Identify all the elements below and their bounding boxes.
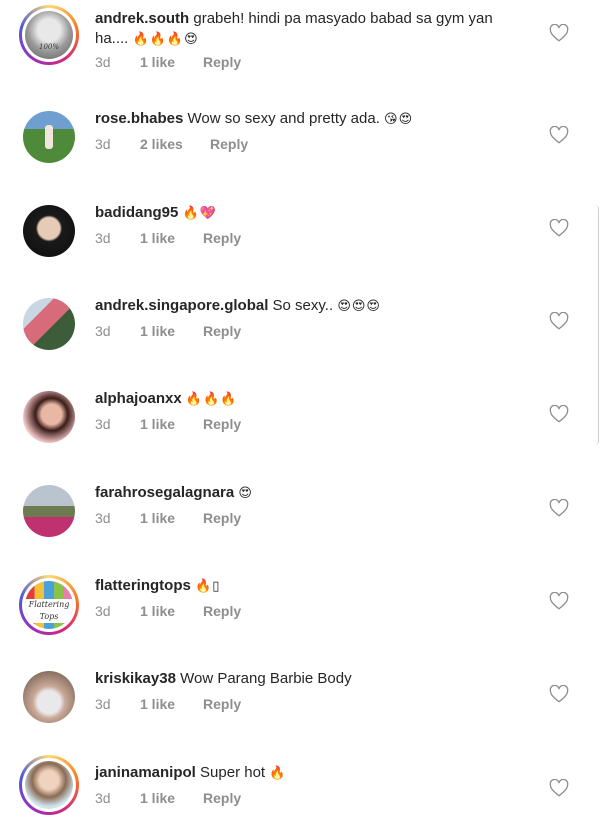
comment-time: 3d xyxy=(95,696,111,712)
comment-text: kriskikay38 Wow Parang Barbie Body xyxy=(95,667,515,690)
comment-time: 3d xyxy=(95,416,111,432)
avatar-logo-text: 100% xyxy=(38,43,59,51)
comment-text: farahrosegalagnara 😍 xyxy=(95,481,515,505)
avatar[interactable] xyxy=(23,671,75,723)
heart-outline-icon[interactable] xyxy=(549,312,569,330)
avatar[interactable] xyxy=(23,485,75,537)
avatar[interactable] xyxy=(23,111,75,163)
avatar[interactable] xyxy=(23,298,75,350)
comment-emoji: 🔥🔥🔥 xyxy=(185,392,238,407)
comment-likes[interactable]: 1 like xyxy=(140,229,175,247)
comment-username[interactable]: janinamanipol xyxy=(95,764,196,781)
scrollbar[interactable] xyxy=(592,205,599,445)
comment-time: 3d xyxy=(95,790,111,806)
comment-emoji: 🔥🔥🔥😍 xyxy=(132,32,199,47)
heart-outline-icon[interactable] xyxy=(549,405,569,423)
comment-body-continued: ha.... xyxy=(95,30,129,47)
reply-button[interactable]: Reply xyxy=(210,135,248,153)
comment-time: 3d xyxy=(95,603,111,619)
comment-text: alphajoanxx 🔥🔥🔥 xyxy=(95,387,515,411)
comment-body: So sexy.. xyxy=(272,297,334,314)
comment-body: grabeh! hindi pa masyado babad sa gym ya… xyxy=(193,10,493,27)
comment-emoji: 🔥▯ xyxy=(195,579,221,594)
comment-time: 3d xyxy=(95,136,111,152)
comment-emoji: 😘😍 xyxy=(384,112,414,127)
comment-text: janinamanipol Super hot 🔥 xyxy=(95,761,515,785)
heart-outline-icon[interactable] xyxy=(549,779,569,797)
comment-body: Wow Parang Barbie Body xyxy=(180,670,352,687)
comment-likes[interactable]: 1 like xyxy=(140,53,175,71)
heart-outline-icon[interactable] xyxy=(549,24,569,42)
reply-button[interactable]: Reply xyxy=(203,695,241,713)
comment-emoji: 🔥💖 xyxy=(182,206,217,221)
comment-username[interactable]: andrek.south xyxy=(95,10,189,27)
heart-outline-icon[interactable] xyxy=(549,219,569,237)
reply-button[interactable]: Reply xyxy=(203,509,241,527)
avatar[interactable] xyxy=(23,391,75,443)
comment-body: Wow so sexy and pretty ada. xyxy=(187,110,380,127)
heart-outline-icon[interactable] xyxy=(549,499,569,517)
reply-button[interactable]: Reply xyxy=(203,229,241,247)
heart-outline-icon[interactable] xyxy=(549,592,569,610)
comment-username[interactable]: badidang95 xyxy=(95,204,178,221)
reply-button[interactable]: Reply xyxy=(203,789,241,807)
comment-username[interactable]: farahrosegalagnara xyxy=(95,484,234,501)
heart-outline-icon[interactable] xyxy=(549,126,569,144)
comment-likes[interactable]: 1 like xyxy=(140,602,175,620)
comment-likes[interactable]: 2 likes xyxy=(140,135,183,153)
avatar-logo-text: Flattering Tops xyxy=(25,599,73,623)
comment-text: rose.bhabes Wow so sexy and pretty ada. … xyxy=(95,107,515,131)
reply-button[interactable]: Reply xyxy=(203,322,241,340)
heart-outline-icon[interactable] xyxy=(549,685,569,703)
comment-emoji: 😍 xyxy=(238,486,253,501)
comment-emoji: 😍😍😍 xyxy=(337,299,381,314)
comment-username[interactable]: rose.bhabes xyxy=(95,110,183,127)
comment-emoji: 🔥 xyxy=(269,766,287,781)
reply-button[interactable]: Reply xyxy=(203,602,241,620)
comment-text: andrek.singapore.global So sexy.. 😍😍😍 xyxy=(95,294,515,318)
avatar[interactable] xyxy=(23,205,75,257)
comment-username[interactable]: alphajoanxx xyxy=(95,390,182,407)
avatar[interactable]: Flattering Tops xyxy=(19,575,79,635)
comment-body: Super hot xyxy=(200,764,266,781)
comment-text: badidang95 🔥💖 xyxy=(95,201,515,225)
comment-likes[interactable]: 1 like xyxy=(140,415,175,433)
comment-username[interactable]: flatteringtops xyxy=(95,577,191,594)
comment-username[interactable]: andrek.singapore.global xyxy=(95,297,268,314)
reply-button[interactable]: Reply xyxy=(203,415,241,433)
comment-likes[interactable]: 1 like xyxy=(140,695,175,713)
comment-text: flatteringtops 🔥▯ xyxy=(95,574,515,598)
comment-username[interactable]: kriskikay38 xyxy=(95,670,176,687)
comment-likes[interactable]: 1 like xyxy=(140,322,175,340)
comment-time: 3d xyxy=(95,510,111,526)
comment-time: 3d xyxy=(95,230,111,246)
comment-time: 3d xyxy=(95,323,111,339)
avatar[interactable]: 100% xyxy=(19,5,79,65)
comment-time: 3d xyxy=(95,54,111,70)
comment-text-continued: ha.... 🔥🔥🔥😍 xyxy=(95,27,515,51)
avatar[interactable] xyxy=(19,755,79,815)
reply-button[interactable]: Reply xyxy=(203,53,241,71)
comment-likes[interactable]: 1 like xyxy=(140,509,175,527)
comment-likes[interactable]: 1 like xyxy=(140,789,175,807)
